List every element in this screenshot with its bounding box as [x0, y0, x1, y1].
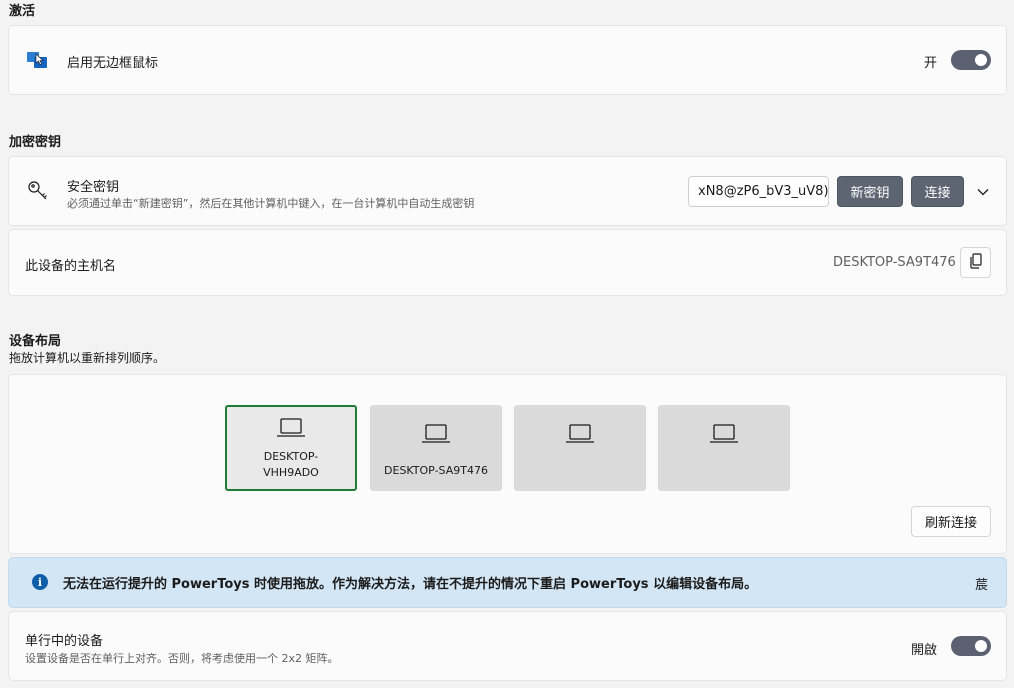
mouse-without-borders-icon: [26, 50, 48, 70]
laptop-icon: [421, 423, 451, 449]
refresh-connections-button[interactable]: 刷新连接: [911, 506, 991, 537]
single-row-label: 单行中的设备: [25, 634, 104, 649]
device-layout-section-title: 设备布局: [9, 334, 62, 349]
device-layout-description: 拖放计算机以重新排列顺序。: [9, 351, 166, 365]
single-row-toggle-state: 開啟: [911, 643, 938, 658]
laptop-icon: [276, 417, 306, 443]
key-icon: [27, 180, 49, 202]
device-tile-3[interactable]: [514, 405, 646, 491]
info-bar-message: 无法在运行提升的 PowerToys 时使用拖放。作为解决方法，请在不提升的情况…: [63, 577, 758, 592]
security-key-description: 必须通过单击“新建密钥”，然后在其他计算机中键入，在一台计算机中自动生成密钥: [67, 197, 475, 210]
laptop-icon: [565, 423, 595, 449]
activation-card: 启用无边框鼠标 开: [8, 25, 1007, 95]
single-row-card: 单行中的设备 设置设备是否在单行上对齐。否则，将考虑使用一个 2x2 矩阵。 開…: [8, 611, 1007, 681]
hostname-label: 此设备的主机名: [25, 259, 117, 274]
info-bar: i 无法在运行提升的 PowerToys 时使用拖放。作为解决方法，请在不提升的…: [8, 557, 1007, 608]
device-tile-1[interactable]: DESKTOP- VHH9ADO: [225, 405, 357, 491]
connect-button[interactable]: 连接: [911, 176, 964, 207]
device-tile-2[interactable]: DESKTOP-SA9T476: [370, 405, 502, 491]
device-name-line1: DESKTOP-: [263, 450, 319, 463]
new-key-button[interactable]: 新密钥: [837, 176, 903, 207]
laptop-icon: [709, 423, 739, 449]
hostname-value: DESKTOP-SA9T476: [833, 255, 956, 270]
copy-icon: [969, 252, 983, 273]
activation-section-title: 激活: [9, 4, 36, 19]
device-layout-card: DESKTOP- VHH9ADO DESKTOP-SA9T476 刷新连接: [8, 374, 1007, 554]
security-key-card: 安全密钥 必须通过单击“新建密钥”，然后在其他计算机中键入，在一台计算机中自动生…: [8, 156, 1007, 226]
enable-mouse-without-borders-label: 启用无边框鼠标: [67, 56, 159, 71]
chevron-down-icon[interactable]: [976, 185, 990, 199]
device-tile-4[interactable]: [658, 405, 790, 491]
encryption-section-title: 加密密钥: [9, 135, 62, 150]
security-key-input[interactable]: xN8@zP6_bV3_uV8): [688, 176, 829, 207]
device-name-line1: DESKTOP-SA9T476: [384, 464, 488, 477]
hostname-card: 此设备的主机名 DESKTOP-SA9T476: [8, 229, 1007, 296]
single-row-description: 设置设备是否在单行上对齐。否则，将考虑使用一个 2x2 矩阵。: [25, 652, 339, 665]
activation-toggle-state: 开: [924, 56, 938, 71]
device-name-line2: VHH9ADO: [263, 466, 319, 479]
close-icon[interactable]: 莀: [975, 574, 988, 593]
info-icon: i: [32, 574, 48, 590]
copy-hostname-button[interactable]: [960, 247, 991, 278]
single-row-toggle[interactable]: [951, 636, 991, 656]
security-key-label: 安全密钥: [67, 180, 120, 195]
activation-toggle[interactable]: [951, 50, 991, 70]
